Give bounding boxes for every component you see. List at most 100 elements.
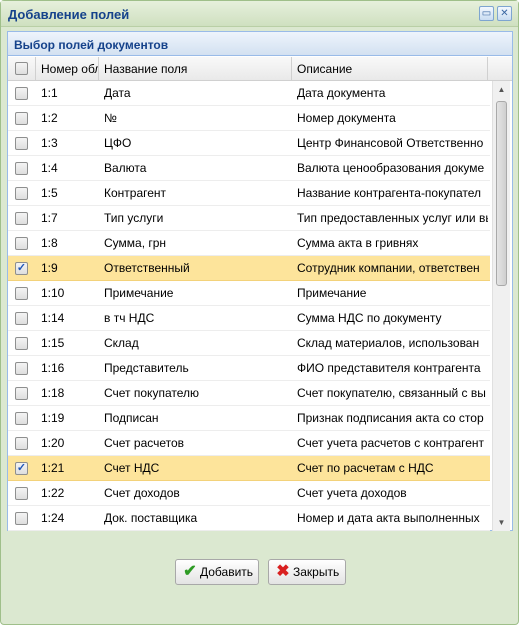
row-number: 1:18: [41, 386, 65, 400]
close-button[interactable]: ✖ Закрыть: [268, 559, 346, 585]
column-header-filler: [488, 57, 512, 81]
table-row[interactable]: 1:15 Склад Склад материалов, использован: [8, 331, 490, 356]
fields-panel: Выбор полей документов Номер обл Названи…: [7, 31, 513, 531]
vertical-scrollbar[interactable]: ▲ ▼: [492, 81, 510, 531]
column-header-number[interactable]: Номер обл: [36, 57, 99, 81]
row-checkbox[interactable]: [15, 162, 28, 175]
table-row[interactable]: 1:4 Валюта Валюта ценообразования докуме: [8, 156, 490, 181]
row-checkbox[interactable]: [15, 412, 28, 425]
scroll-down-icon[interactable]: ▼: [493, 514, 510, 531]
row-checkbox[interactable]: [15, 337, 28, 350]
row-number: 1:10: [41, 286, 65, 300]
row-checkbox[interactable]: [15, 387, 28, 400]
row-checkbox[interactable]: ✓: [15, 262, 28, 275]
row-field-name: в тч НДС: [104, 311, 155, 325]
row-number: 1:16: [41, 361, 65, 375]
row-field-name: Примечание: [104, 286, 174, 300]
row-checkbox[interactable]: [15, 137, 28, 150]
row-field-name: Контрагент: [104, 186, 167, 200]
row-number: 1:4: [41, 161, 58, 175]
row-number: 1:7: [41, 211, 58, 225]
row-checkbox[interactable]: [15, 312, 28, 325]
table-row[interactable]: 1:7 Тип услуги Тип предоставленных услуг и…: [8, 206, 490, 231]
minimize-icon[interactable]: ▭: [479, 6, 494, 21]
panel-title: Выбор полей документов: [14, 38, 169, 52]
table-row[interactable]: 1:20 Счет расчетов Счет учета расчетов с к…: [8, 431, 490, 456]
table-row[interactable]: 1:3 ЦФО Центр Финансовой Ответственно: [8, 131, 490, 156]
row-field-name: Представитель: [104, 361, 189, 375]
cross-icon: ✖: [276, 563, 290, 580]
row-description: Примечание: [297, 286, 367, 300]
row-description: Сотрудник компании, ответствен: [297, 261, 480, 275]
table-row[interactable]: 1:18 Счет покупателю Счет покупателю, связ…: [8, 381, 490, 406]
close-icon[interactable]: ✕: [497, 6, 512, 21]
table-row[interactable]: 1:10 Примечание Примечание: [8, 281, 490, 306]
row-field-name: Тип услуги: [104, 211, 164, 225]
table-row[interactable]: ✓ 1:21 Счет НДС Счет по расчетам с НДС: [8, 456, 490, 481]
dialog-title: Добавление полей: [8, 7, 130, 22]
row-number: 1:14: [41, 311, 65, 325]
panel-header: Выбор полей документов: [8, 32, 512, 56]
row-description: Счет учета расчетов с контрагент: [297, 436, 485, 450]
row-checkbox[interactable]: [15, 112, 28, 125]
grid-body: 1:1 Дата Дата документа 1:2 № Номер документа…: [8, 81, 490, 531]
table-row[interactable]: 1:8 Сумма, грн Сумма акта в гривнях: [8, 231, 490, 256]
table-row[interactable]: 1:19 Подписан Признак подписания акта со с…: [8, 406, 490, 431]
row-description: Номер и дата акта выполненных: [297, 511, 480, 525]
scrollbar-thumb[interactable]: [496, 101, 507, 286]
add-fields-dialog: Добавление полей ▭ ✕ Выбор полей докумен…: [0, 0, 519, 625]
row-description: Центр Финансовой Ответственно: [297, 136, 484, 150]
row-checkbox[interactable]: ✓: [15, 462, 28, 475]
row-description: Дата документа: [297, 86, 386, 100]
row-checkbox[interactable]: [15, 362, 28, 375]
scroll-up-icon[interactable]: ▲: [493, 81, 510, 98]
add-button-label: Добавить: [200, 565, 254, 579]
row-number: 1:15: [41, 336, 65, 350]
close-button-label: Закрыть: [293, 565, 340, 579]
grid-header: Номер обл Название поля Описание: [8, 57, 512, 81]
dialog-titlebar[interactable]: Добавление полей ▭ ✕: [1, 1, 518, 27]
header-checkbox-cell: [8, 57, 36, 81]
row-description: Склад материалов, использован: [297, 336, 480, 350]
row-field-name: Валюта: [104, 161, 147, 175]
row-checkbox[interactable]: [15, 437, 28, 450]
row-checkbox[interactable]: [15, 212, 28, 225]
table-row[interactable]: 1:24 Док. поставщика Номер и дата акта вып…: [8, 506, 490, 531]
table-row[interactable]: 1:16 Представитель ФИО представителя контр…: [8, 356, 490, 381]
row-field-name: Счет НДС: [104, 461, 160, 475]
row-number: 1:24: [41, 511, 65, 525]
row-checkbox[interactable]: [15, 487, 28, 500]
row-description: ФИО представителя контрагента: [297, 361, 481, 375]
row-field-name: Сумма, грн: [104, 236, 167, 250]
row-field-name: Подписан: [104, 411, 159, 425]
row-number: 1:5: [41, 186, 58, 200]
row-description: Счет по расчетам с НДС: [297, 461, 434, 475]
row-checkbox[interactable]: [15, 187, 28, 200]
row-number: 1:21: [41, 461, 65, 475]
row-checkbox[interactable]: [15, 287, 28, 300]
row-field-name: ЦФО: [104, 136, 132, 150]
table-row[interactable]: ✓ 1:9 Ответственный Сотрудник компании, отв…: [8, 256, 490, 281]
row-checkbox[interactable]: [15, 87, 28, 100]
row-number: 1:3: [41, 136, 58, 150]
row-number: 1:20: [41, 436, 65, 450]
row-field-name: Счет покупателю: [104, 386, 199, 400]
row-description: Сумма НДС по документу: [297, 311, 442, 325]
row-number: 1:1: [41, 86, 58, 100]
table-row[interactable]: 1:2 № Номер документа: [8, 106, 490, 131]
table-row[interactable]: 1:22 Счет доходов Счет учета доходов: [8, 481, 490, 506]
row-description: Признак подписания акта со стор: [297, 411, 484, 425]
table-row[interactable]: 1:1 Дата Дата документа: [8, 81, 490, 106]
row-checkbox[interactable]: [15, 512, 28, 525]
table-row[interactable]: 1:14 в тч НДС Сумма НДС по документу: [8, 306, 490, 331]
row-checkbox[interactable]: [15, 237, 28, 250]
row-description: Счет учета доходов: [297, 486, 407, 500]
select-all-checkbox[interactable]: [15, 62, 28, 75]
table-row[interactable]: 1:5 Контрагент Название контрагента-покупа…: [8, 181, 490, 206]
column-header-name[interactable]: Название поля: [99, 57, 292, 81]
row-description: Счет покупателю, связанный с вы: [297, 386, 486, 400]
row-field-name: Склад: [104, 336, 139, 350]
row-field-name: Дата: [104, 86, 131, 100]
add-button[interactable]: ✔ Добавить: [175, 559, 259, 585]
column-header-description[interactable]: Описание: [292, 57, 488, 81]
